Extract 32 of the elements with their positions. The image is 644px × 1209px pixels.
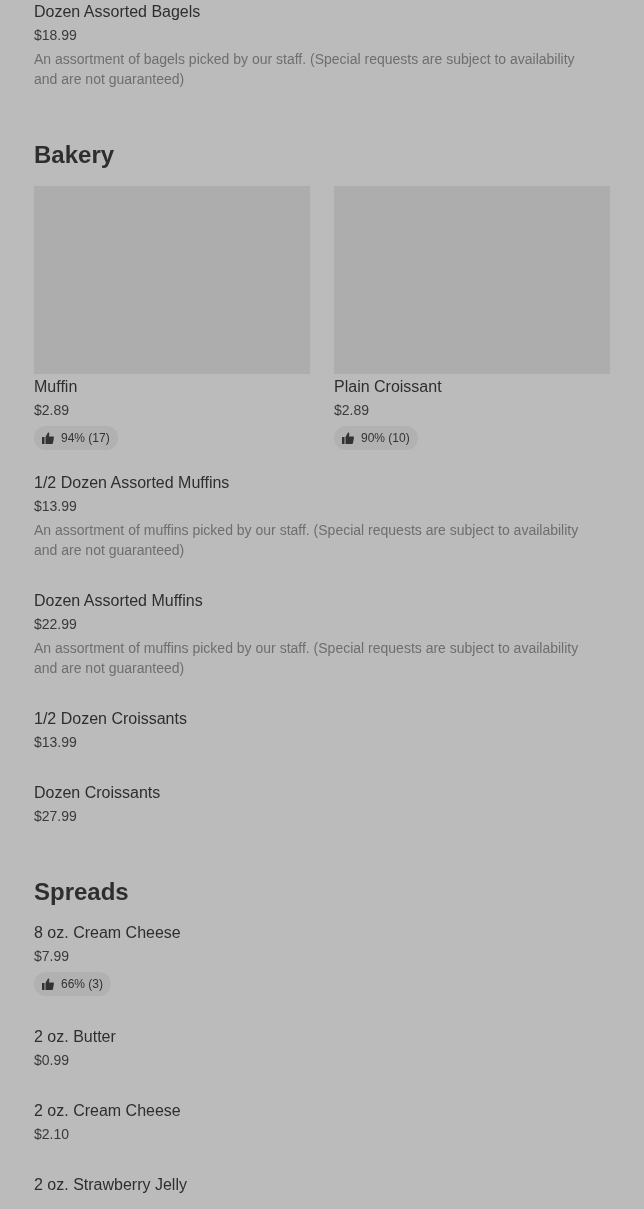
item-name: Plain Croissant — [334, 377, 443, 397]
item-name: 8 oz. Cream Cheese — [34, 923, 182, 943]
rating-badge: 94% (17) — [34, 426, 118, 450]
rating-badge: 90% (10) — [334, 426, 418, 450]
thumbs-up-icon — [342, 432, 354, 444]
section-heading: Bakery — [34, 141, 116, 169]
item-price: $27.99 — [34, 807, 78, 826]
thumbs-up-icon — [42, 978, 54, 990]
item-price: $0.99 — [34, 1051, 71, 1070]
item-price: $22.99 — [34, 615, 78, 634]
rating-badge: 66% (3) — [34, 972, 112, 996]
item-price: $18.99 — [34, 26, 78, 45]
item-price: $13.99 — [34, 497, 78, 516]
item-name: Dozen Assorted Muffins — [34, 591, 204, 611]
item-name: Dozen Croissants — [34, 783, 162, 803]
item-description: An assortment of bagels picked by our staff. (Special requests are subject to availability and are not guaranteed) — [34, 50, 576, 89]
item-name: Dozen Assorted Bagels — [34, 2, 202, 22]
item-name: 1/2 Dozen Croissants — [34, 709, 188, 729]
item-price: $2.89 — [334, 401, 371, 420]
thumbs-up-icon — [42, 432, 54, 444]
item-price: $7.99 — [34, 947, 71, 966]
item-price: $2.10 — [34, 1125, 71, 1144]
item-price: $2.89 — [34, 401, 71, 420]
item-name: 1/2 Dozen Assorted Muffins — [34, 473, 231, 493]
item-description: An assortment of muffins picked by our staff. (Special requests are subject to availability and are not guaranteed) — [34, 639, 580, 678]
item-description: An assortment of muffins picked by our staff. (Special requests are subject to availability and are not guaranteed) — [34, 521, 580, 560]
section-heading: Spreads — [34, 878, 130, 906]
item-name: 2 oz. Butter — [34, 1027, 117, 1047]
item-name: Muffin — [34, 377, 79, 397]
item-name: 2 oz. Strawberry Jelly — [34, 1175, 188, 1195]
item-name: 2 oz. Cream Cheese — [34, 1101, 182, 1121]
item-price: $13.99 — [34, 733, 78, 752]
